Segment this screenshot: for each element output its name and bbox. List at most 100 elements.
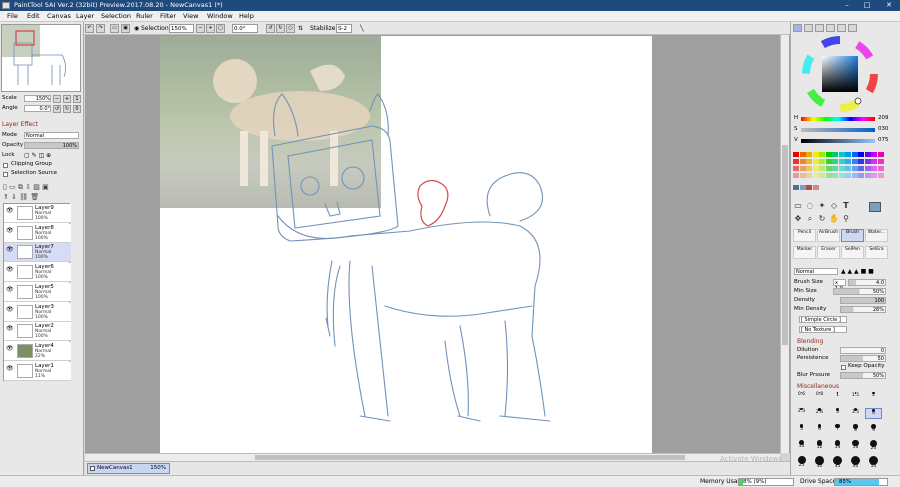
palette-swatch[interactable] xyxy=(799,185,806,190)
palette-swatch[interactable] xyxy=(806,159,812,164)
palette-swatch[interactable] xyxy=(838,173,845,178)
palette-swatch[interactable] xyxy=(806,185,812,190)
rotate-right-button[interactable]: ↻ xyxy=(63,105,71,113)
eyedropper-icon[interactable]: ⚲ xyxy=(841,214,851,224)
menu-ruler[interactable]: Ruler xyxy=(136,11,153,22)
new-folder-icon[interactable]: ▭ xyxy=(9,183,16,191)
palette-swatch[interactable] xyxy=(864,166,871,171)
brush-size-preset[interactable]: 2.3 xyxy=(793,408,810,419)
brush-blend-select[interactable]: Normal xyxy=(794,268,838,275)
magic-wand-icon[interactable]: ✦ xyxy=(817,201,827,211)
brush-size-preset[interactable]: 3.5 xyxy=(847,408,864,419)
layer-row[interactable]: 👁 Layer8 Normal 100% xyxy=(4,223,71,243)
palette-swatch[interactable] xyxy=(793,152,799,157)
swatch-palette[interactable] xyxy=(793,152,885,194)
eye-icon[interactable]: 👁 xyxy=(6,207,14,214)
eye-icon[interactable]: 👁 xyxy=(6,306,14,313)
brush-size-preset[interactable]: 14 xyxy=(829,440,846,451)
zoom-out-icon[interactable]: − xyxy=(196,24,205,33)
eye-icon[interactable]: 👁 xyxy=(6,325,14,332)
brush-size-preset[interactable]: 4 xyxy=(865,408,882,419)
selection-source-checkbox[interactable] xyxy=(3,172,8,177)
layer-mode-select[interactable]: Normal xyxy=(24,132,79,139)
clear-layer-icon[interactable]: ▨ xyxy=(33,183,40,191)
layer-opacity-slider[interactable]: 100% xyxy=(24,142,79,149)
hand-icon[interactable]: ✋ xyxy=(829,214,839,224)
move-up-icon[interactable]: ⇑ xyxy=(3,193,9,201)
clipping-group-checkbox[interactable] xyxy=(3,163,8,168)
palette-swatch[interactable] xyxy=(864,173,871,178)
layer-row[interactable]: 👁 Layer5 Normal 100% xyxy=(4,282,71,302)
palette-swatch[interactable] xyxy=(799,173,806,178)
mixer-tab[interactable] xyxy=(837,24,846,32)
zoom-tool-icon[interactable]: ⌕ xyxy=(805,214,815,224)
brush-size-preset[interactable]: 25 xyxy=(793,456,810,468)
copy-layer-icon[interactable]: ⧉ xyxy=(18,183,23,191)
value-slider[interactable] xyxy=(801,139,875,143)
rotate-tool-icon[interactable]: ↻ xyxy=(817,214,827,224)
palette-swatch[interactable] xyxy=(812,152,819,157)
horizontal-scrollbar[interactable] xyxy=(85,453,780,461)
rect-select-icon[interactable]: ▭ xyxy=(793,201,803,211)
menu-help[interactable]: Help xyxy=(239,11,254,22)
palette-swatch[interactable] xyxy=(832,159,838,164)
keep-opacity-checkbox[interactable] xyxy=(841,365,846,370)
invert-selection-icon[interactable]: ▣ xyxy=(121,24,130,33)
deselect-icon[interactable]: ▭ xyxy=(110,24,119,33)
eye-icon[interactable]: 👁 xyxy=(6,266,14,273)
move-down-icon[interactable]: ⇓ xyxy=(11,193,17,201)
palette-swatch[interactable] xyxy=(871,166,877,171)
link-layer-icon[interactable]: ⛓ xyxy=(19,193,28,201)
maximize-button[interactable]: □ xyxy=(856,0,878,11)
menu-selection[interactable]: Selection xyxy=(101,11,131,22)
layer-effect-title[interactable]: Layer Effect xyxy=(2,121,38,128)
brush-size-preset[interactable]: 16 xyxy=(847,440,864,451)
rotate-reset-icon[interactable]: ○ xyxy=(286,24,295,33)
palette-swatch[interactable] xyxy=(851,152,858,157)
brush-size-preset[interactable]: 30 xyxy=(811,456,828,469)
palette-swatch[interactable] xyxy=(793,166,799,171)
min-size-slider[interactable]: 50% xyxy=(833,288,886,295)
palette-swatch[interactable] xyxy=(877,152,884,157)
trash-icon[interactable]: 🗑 xyxy=(30,193,39,201)
brush-size-preset[interactable]: 12 xyxy=(811,440,828,451)
density-slider[interactable]: 100 xyxy=(840,297,886,304)
palette-swatch[interactable] xyxy=(845,159,851,164)
eye-icon[interactable]: 👁 xyxy=(6,227,14,234)
merge-down-icon[interactable]: ⇩ xyxy=(25,183,31,191)
brush-shape-select[interactable]: [ Simple Circle ] xyxy=(799,316,847,323)
brush-size-preset[interactable]: 50 xyxy=(865,456,882,469)
brush-tool-eraser[interactable]: Eraser xyxy=(817,246,840,259)
rotate-ccw-icon[interactable]: ↺ xyxy=(266,24,275,33)
palette-swatch[interactable] xyxy=(877,166,884,171)
palette-swatch[interactable] xyxy=(812,185,819,190)
zoom-out-button[interactable]: − xyxy=(53,95,61,103)
palette-swatch[interactable] xyxy=(877,173,884,178)
palette-swatch[interactable] xyxy=(877,159,884,164)
zoom-reset-button[interactable]: 1 xyxy=(73,95,81,103)
blur-pressure-slider[interactable]: 50% xyxy=(840,372,886,379)
brush-tool-airbrush[interactable]: AirBrush xyxy=(817,229,840,242)
palette-swatch[interactable] xyxy=(871,173,877,178)
palette-swatch[interactable] xyxy=(851,166,858,171)
color-mode-tabs[interactable] xyxy=(793,24,873,33)
layer-row[interactable]: 👁 Layer1 Normal 11% xyxy=(4,361,71,381)
palette-swatch[interactable] xyxy=(845,166,851,171)
rgb-slider-tab[interactable] xyxy=(804,24,813,32)
zoom-in-button[interactable]: + xyxy=(63,95,71,103)
color-wheel[interactable] xyxy=(800,35,880,113)
palette-swatch[interactable] xyxy=(819,159,825,164)
layer-row[interactable]: 👁 Layer4 Normal 22% xyxy=(4,341,71,361)
new-layer-icon[interactable]: ▯ xyxy=(3,183,7,191)
current-color-swatch[interactable] xyxy=(869,202,881,212)
brush-size-preset[interactable]: 8 xyxy=(847,424,864,435)
navigator[interactable] xyxy=(1,24,81,92)
palette-swatch[interactable] xyxy=(858,173,864,178)
brush-size-preset[interactable]: 40 xyxy=(847,456,864,469)
persistence-slider[interactable]: 50 xyxy=(840,355,886,362)
hsv-slider-tab[interactable] xyxy=(815,24,824,32)
palette-swatch[interactable] xyxy=(825,152,832,157)
canvas-tab[interactable]: NewCanvas1 150% xyxy=(87,463,170,474)
minimize-button[interactable]: – xyxy=(836,0,858,11)
layer-row[interactable]: 👁 Layer6 Normal 100% xyxy=(4,263,71,283)
